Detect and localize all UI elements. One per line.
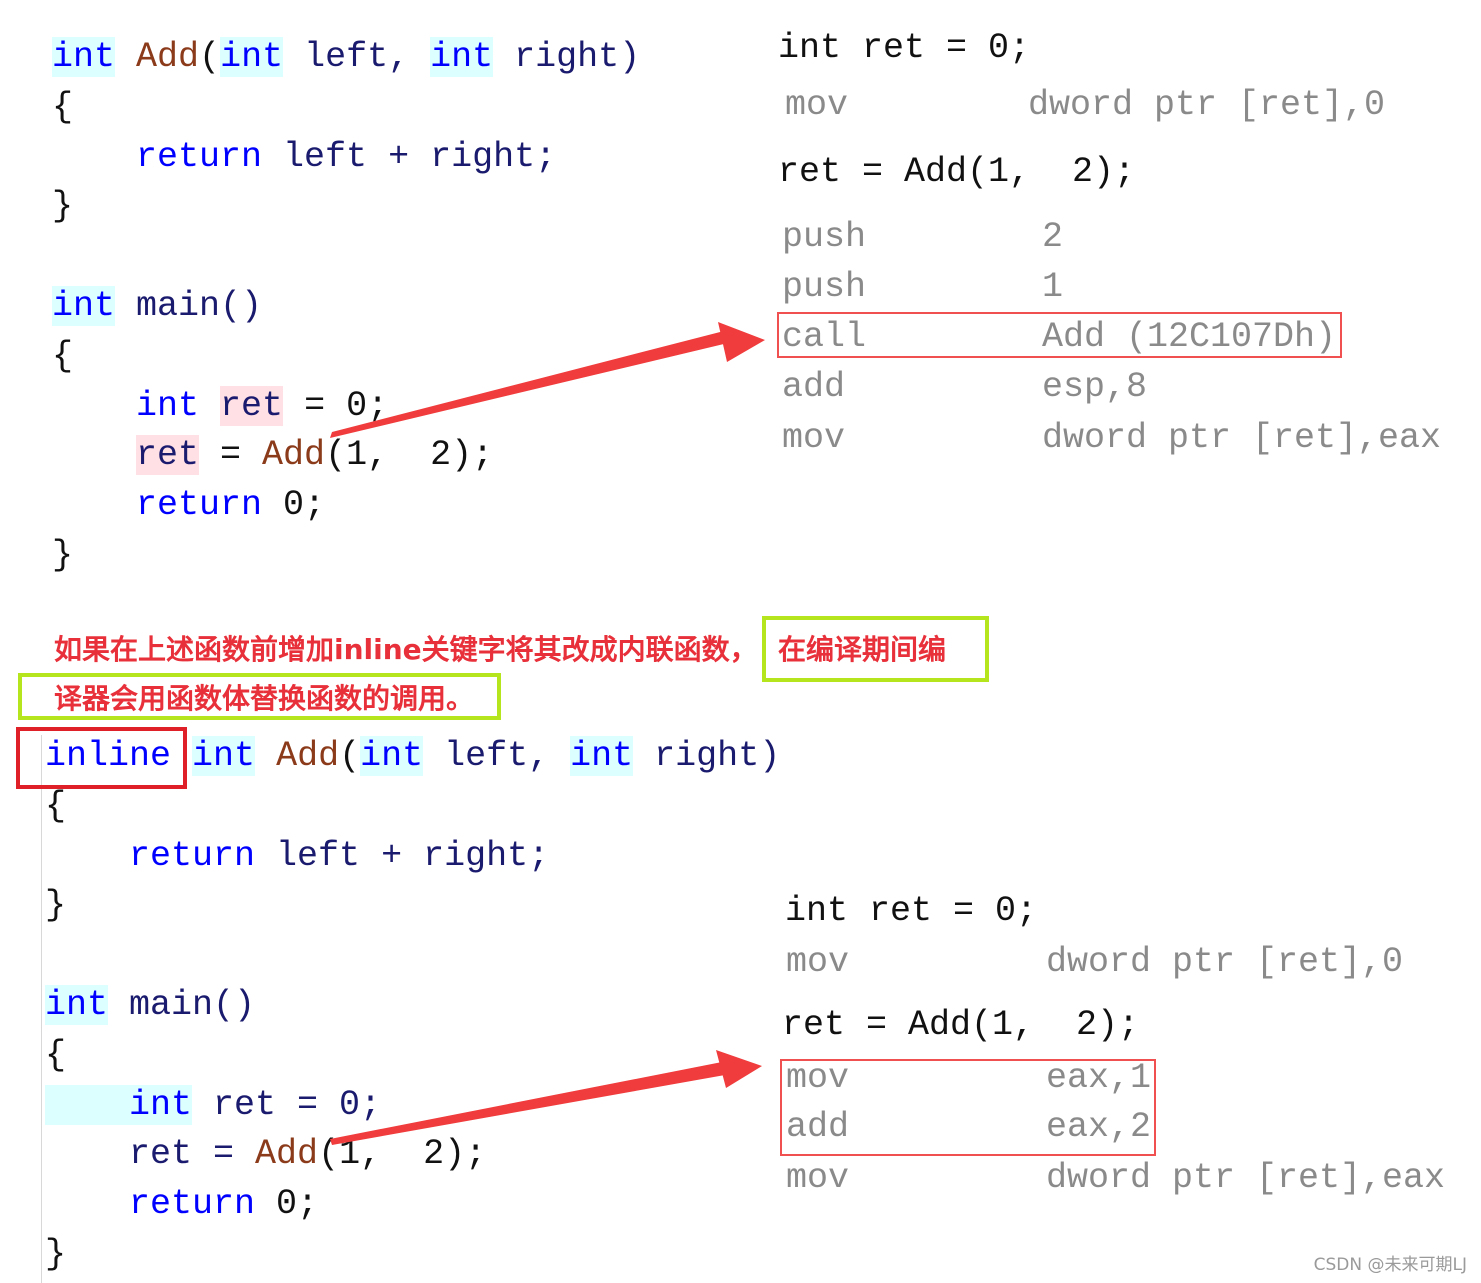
code-line: { — [52, 83, 640, 133]
code-token: { — [52, 86, 74, 127]
code-token: left, — [283, 37, 431, 77]
asm-operand: dword ptr [ret],0 — [1028, 85, 1386, 125]
code-line: int ret = 0; — [52, 382, 640, 432]
code-token: left, — [423, 736, 571, 776]
watermark: CSDN @未来可期LJ — [1313, 1255, 1467, 1275]
code-token: ( — [199, 37, 221, 77]
code-line: return 0; — [45, 1180, 780, 1230]
asm-mnemonic: mov — [785, 85, 849, 125]
code-token: int — [430, 37, 494, 77]
code-token: left + right; — [255, 835, 550, 876]
code-line: } — [52, 182, 640, 232]
asm-mnemonic: mov — [786, 1158, 850, 1198]
code-line: { — [45, 1031, 780, 1081]
code-token: { — [45, 1034, 67, 1075]
code-token: main() — [115, 285, 263, 326]
code-token: = — [199, 435, 263, 476]
code-line: int Add(int left, int right) — [52, 33, 640, 83]
bottom-source-code: inline int Add(int left, int right){ ret… — [45, 732, 780, 1280]
editor-gutter-line — [41, 735, 42, 1283]
asm-mnemonic: mov — [782, 418, 846, 458]
code-token: ( — [339, 736, 361, 776]
code-line: return left + right; — [52, 133, 640, 183]
code-token: main() — [108, 984, 256, 1025]
asm-source-line: int ret = 0; — [785, 891, 1038, 931]
green-highlight-box — [18, 673, 501, 720]
code-token: { — [52, 335, 74, 376]
code-line: int main() — [45, 981, 780, 1031]
asm-operand: esp,8 — [1042, 367, 1148, 407]
code-token: return — [52, 485, 263, 526]
call-highlight-box — [777, 312, 1342, 358]
code-token: { — [45, 785, 67, 826]
code-token: int — [570, 736, 634, 776]
code-token: return — [52, 136, 263, 177]
code-line: return left + right; — [45, 832, 780, 882]
code-token: left + right; — [262, 136, 557, 177]
asm-mnemonic: push — [782, 217, 867, 257]
code-line: return 0; — [52, 481, 640, 531]
green-highlight-box — [762, 616, 989, 682]
code-token: int — [52, 385, 200, 426]
code-token: right) — [633, 736, 781, 776]
code-token: ret — [220, 385, 284, 426]
asm-mnemonic: add — [782, 367, 846, 407]
asm-source-line: ret = Add(1, 2); — [778, 152, 1136, 192]
code-token: int — [360, 736, 424, 776]
code-token: int — [192, 736, 256, 776]
code-token: 0; — [262, 485, 326, 526]
code-token: return — [45, 835, 256, 876]
asm-mnemonic: mov — [786, 942, 850, 982]
asm-mnemonic: push — [782, 267, 867, 307]
code-token: = 0; — [283, 385, 389, 426]
asm-source-line: int ret = 0; — [778, 28, 1031, 68]
asm-operand: dword ptr [ret],eax — [1042, 418, 1442, 458]
code-line: } — [45, 881, 780, 931]
asm-source-line: ret = Add(1, 2); — [782, 1005, 1140, 1045]
code-token: Add — [136, 37, 200, 77]
code-token: Add — [276, 736, 340, 776]
annotation-text-1: 如果在上述函数前增加inline关键字将其改成内联函数， — [54, 633, 758, 666]
asm-operand: 2 — [1042, 217, 1064, 257]
code-token: 0; — [255, 1184, 319, 1225]
asm-operand: 1 — [1042, 267, 1064, 307]
code-token: (1, 2); — [325, 435, 494, 476]
code-line: { — [52, 332, 640, 382]
inlined-code-highlight-box — [780, 1059, 1156, 1156]
top-source-code: int Add(int left, int right){ return lef… — [52, 33, 640, 581]
code-line: ret = Add(1, 2); — [52, 431, 640, 481]
code-line: } — [45, 1230, 780, 1280]
code-token: } — [52, 186, 74, 227]
code-token: Add — [255, 1134, 319, 1175]
code-line: } — [52, 531, 640, 581]
asm-operand: dword ptr [ret],0 — [1046, 942, 1404, 982]
code-token: } — [52, 534, 74, 575]
code-line: ret = Add(1, 2); — [45, 1130, 780, 1180]
code-token: } — [45, 1233, 67, 1274]
code-token: int — [45, 984, 109, 1025]
asm-operand: dword ptr [ret],eax — [1046, 1158, 1446, 1198]
code-token: Add — [262, 435, 326, 476]
code-token: } — [45, 885, 67, 926]
code-token: int — [52, 37, 116, 77]
code-line: int ret = 0; — [45, 1081, 780, 1131]
code-token: ret = 0; — [192, 1084, 382, 1125]
code-token: ret — [136, 435, 200, 476]
code-token: return — [45, 1184, 256, 1225]
code-token: ret = — [45, 1134, 256, 1175]
code-token: int — [52, 285, 116, 326]
inline-keyword-box — [16, 727, 187, 789]
code-token: (1, 2); — [318, 1134, 487, 1175]
code-line: { — [45, 782, 780, 832]
code-line: int main() — [52, 282, 640, 332]
code-token: int — [45, 1084, 193, 1125]
code-token: int — [220, 37, 284, 77]
code-token: right) — [493, 37, 641, 77]
